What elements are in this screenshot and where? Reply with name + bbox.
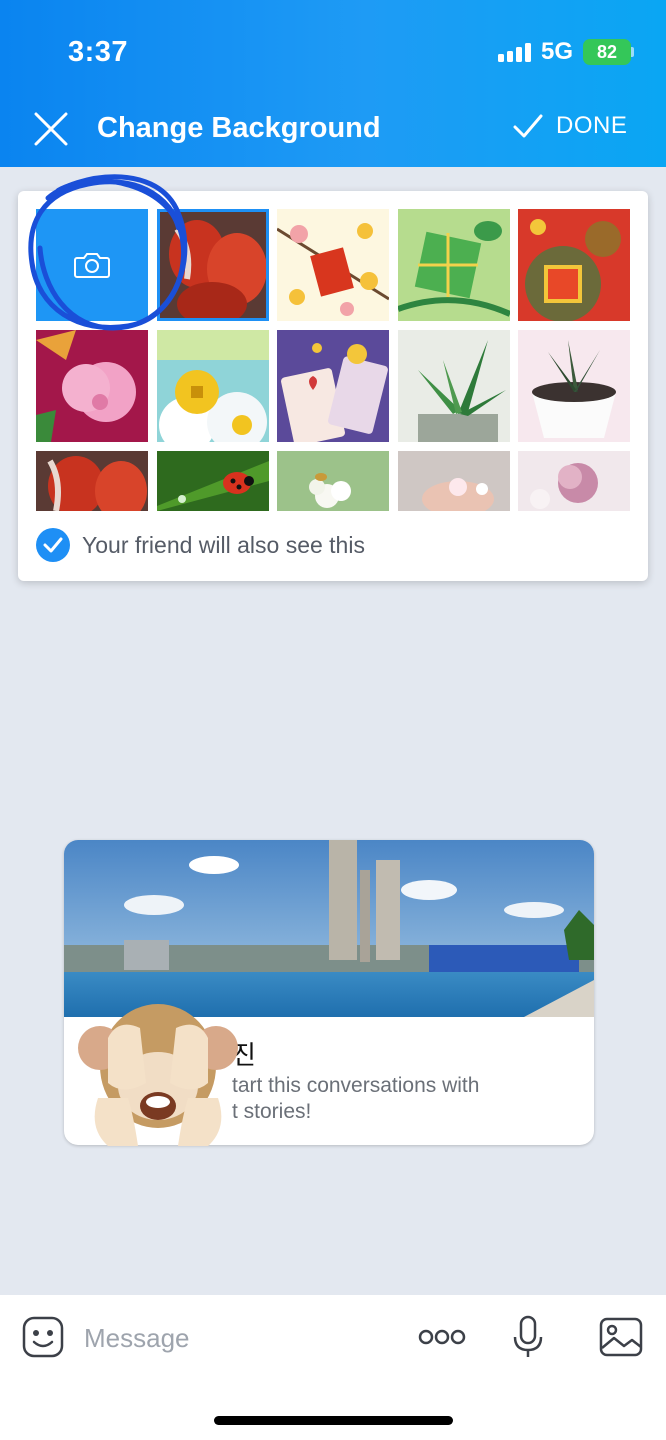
microphone-icon[interactable] [512, 1315, 544, 1359]
done-label: DONE [556, 112, 628, 139]
battery-tip [631, 47, 634, 57]
done-button[interactable]: DONE [512, 112, 627, 140]
header-bar: 3:37 5G 82 Change Background DONE [0, 0, 666, 167]
signal-icon [498, 42, 531, 62]
check-icon [513, 114, 543, 138]
message-input[interactable] [84, 1316, 384, 1360]
background-tile-rice-cake[interactable] [398, 209, 510, 321]
friend-notice-text: Your friend will also see this [82, 531, 365, 558]
story-description: tart this conversations with t stories! [232, 1074, 480, 1123]
network-label: 5G [541, 38, 574, 65]
battery-level: 82 [596, 41, 618, 62]
sticker-emoji-icon[interactable] [22, 1316, 64, 1358]
gallery-icon[interactable] [598, 1316, 644, 1358]
background-tile-ladybug[interactable] [157, 451, 269, 511]
background-tile-coin-cloud[interactable] [157, 330, 269, 442]
friend-notice-row: Your friend will also see this [36, 528, 365, 562]
close-icon[interactable] [30, 108, 72, 150]
background-picker: Your friend will also see this [18, 191, 648, 581]
background-tile-spring-blossom[interactable] [277, 209, 389, 321]
background-tile-heart-cards[interactable] [277, 330, 389, 442]
background-tile-hand-blossom[interactable] [398, 451, 510, 511]
more-options-icon[interactable] [418, 1326, 466, 1348]
page-title: Change Background [97, 112, 381, 144]
background-tile-white-flowers[interactable] [277, 451, 389, 511]
home-indicator [214, 1416, 453, 1425]
background-tile-pink-flower[interactable] [36, 330, 148, 442]
see-no-evil-monkey-sticker [78, 1004, 238, 1146]
camera-tile[interactable] [36, 209, 148, 321]
friend-visible-checkbox[interactable] [36, 528, 70, 562]
checkmark-icon [43, 537, 63, 553]
background-tile-pink-petals[interactable] [518, 451, 630, 511]
background-tile-red-envelope[interactable] [518, 209, 630, 321]
battery-icon: 82 [583, 39, 631, 65]
background-tile-tulip[interactable] [157, 209, 269, 321]
background-tile-succulent[interactable] [398, 330, 510, 442]
camera-icon [74, 253, 110, 278]
background-tile-potted-succulent[interactable] [518, 330, 630, 442]
status-time: 3:37 [68, 36, 129, 68]
background-tile-tulip-2[interactable] [36, 451, 148, 511]
